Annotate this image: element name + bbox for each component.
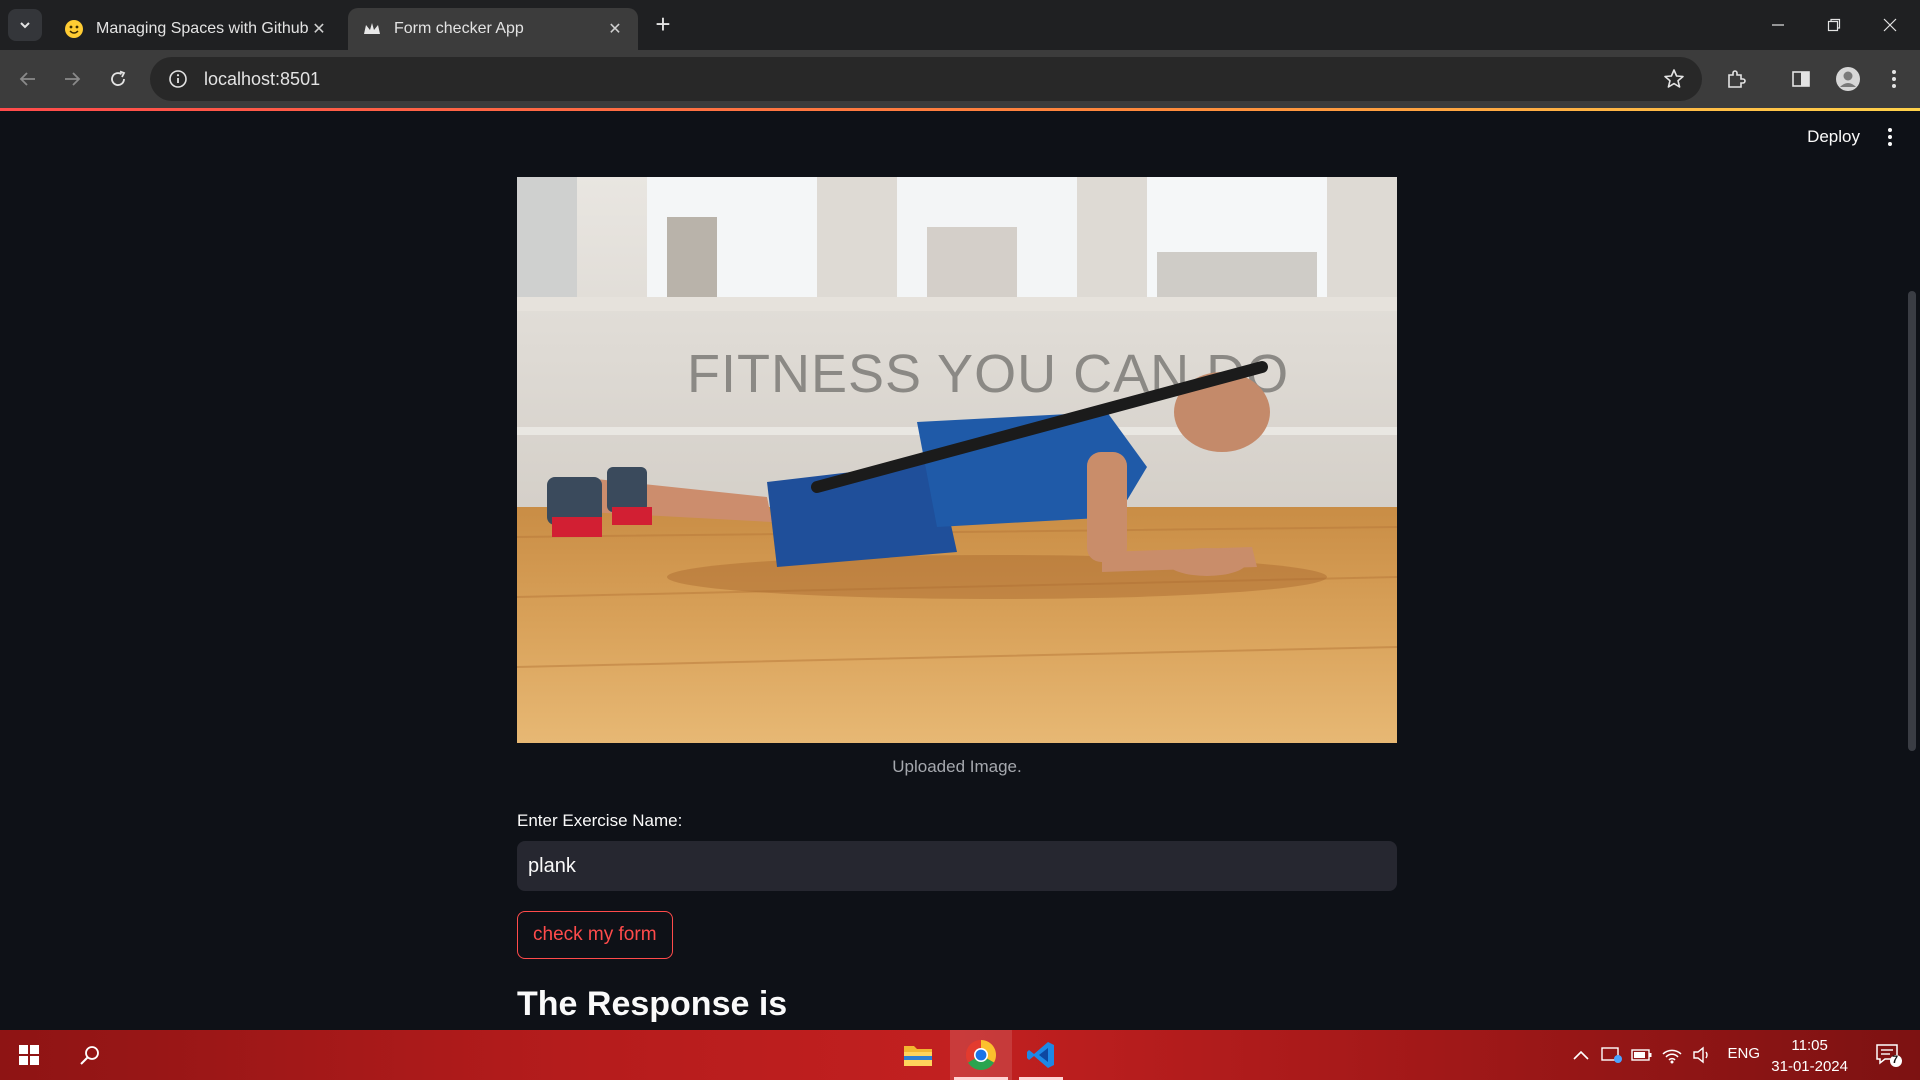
windows-taskbar: ENG 11:05 31-01-2024 7 xyxy=(0,1030,1920,1080)
notification-count-badge: 7 xyxy=(1892,1054,1899,1066)
forward-button[interactable] xyxy=(56,63,88,95)
restore-icon xyxy=(1827,18,1841,32)
hugging-face-icon xyxy=(64,19,84,39)
tab-managing-spaces[interactable]: Managing Spaces with Github A ✕ xyxy=(50,8,342,50)
clock-date: 31-01-2024 xyxy=(1771,1058,1848,1075)
url-text[interactable]: localhost:8501 xyxy=(204,69,1654,90)
exercise-input-label: Enter Exercise Name: xyxy=(517,811,683,830)
clock-time: 11:05 xyxy=(1791,1037,1828,1054)
main-content: FITNESS YOU CAN DO Uploaded Image. Enter… xyxy=(517,177,1397,1024)
start-button[interactable] xyxy=(0,1030,58,1080)
system-clock[interactable]: 11:05 31-01-2024 xyxy=(1771,1035,1848,1077)
minimize-icon xyxy=(1772,24,1784,26)
deploy-button[interactable]: Deploy xyxy=(1807,127,1860,147)
battery-icon[interactable] xyxy=(1628,1030,1656,1080)
image-caption: Uploaded Image. xyxy=(892,757,1022,776)
browser-toolbar: localhost:8501 xyxy=(0,50,1920,108)
notifications-button[interactable]: 7 xyxy=(1866,1030,1912,1080)
tab-search-button[interactable] xyxy=(8,9,42,41)
vscode-button[interactable] xyxy=(1015,1030,1067,1080)
tab-title: Managing Spaces with Github A xyxy=(96,20,308,37)
app-menu-icon[interactable] xyxy=(1878,125,1902,149)
network-status-icon[interactable] xyxy=(1598,1030,1626,1080)
file-explorer-icon xyxy=(904,1046,932,1066)
reload-icon xyxy=(111,70,126,86)
wifi-icon[interactable] xyxy=(1658,1030,1686,1080)
reload-button[interactable] xyxy=(102,63,134,95)
chevron-down-icon xyxy=(20,22,30,29)
uploaded-image: FITNESS YOU CAN DO xyxy=(517,177,1397,743)
scrollbar[interactable] xyxy=(1908,291,1916,751)
tab-title: Form checker App xyxy=(394,20,524,37)
input-language[interactable]: ENG xyxy=(1727,1045,1760,1062)
browser-tab-bar: Managing Spaces with Github A ✕ Form che… xyxy=(0,0,1920,50)
chevron-up-icon xyxy=(1573,1050,1589,1060)
bookmark-star-icon[interactable] xyxy=(1654,59,1694,99)
chrome-icon xyxy=(965,1040,997,1071)
new-tab-button[interactable]: + xyxy=(650,11,676,38)
search-button[interactable] xyxy=(62,1030,118,1080)
windows-logo-icon xyxy=(19,1045,39,1065)
arrow-right-icon xyxy=(65,72,81,86)
browser-menu-icon[interactable] xyxy=(1878,63,1910,95)
volume-icon[interactable] xyxy=(1688,1030,1716,1080)
arrow-left-icon xyxy=(19,72,35,86)
side-panel-icon[interactable] xyxy=(1785,63,1817,95)
streamlit-app: Deploy FITNESS YOU CAN DO Uploaded Image… xyxy=(0,111,1920,1030)
address-bar[interactable]: localhost:8501 xyxy=(150,57,1702,101)
close-icon[interactable]: ✕ xyxy=(604,18,626,40)
extensions-icon[interactable] xyxy=(1720,63,1752,95)
tab-form-checker[interactable]: Form checker App ✕ xyxy=(348,8,638,50)
response-heading: The Response is xyxy=(517,985,788,1023)
file-explorer-button[interactable] xyxy=(892,1030,944,1080)
site-info-icon[interactable] xyxy=(156,57,200,101)
minimize-button[interactable] xyxy=(1750,0,1806,50)
chrome-button[interactable] xyxy=(950,1030,1012,1080)
back-button[interactable] xyxy=(12,63,44,95)
search-icon xyxy=(80,1046,99,1065)
notification-icon xyxy=(1876,1044,1902,1067)
close-window-button[interactable] xyxy=(1862,0,1918,50)
restore-button[interactable] xyxy=(1806,0,1862,50)
profile-avatar-icon[interactable] xyxy=(1832,63,1864,95)
check-my-form-button[interactable]: check my form xyxy=(517,911,673,959)
close-icon[interactable]: ✕ xyxy=(308,18,330,40)
vscode-icon xyxy=(1027,1042,1054,1068)
close-icon xyxy=(1883,18,1897,32)
streamlit-crown-icon xyxy=(362,19,382,39)
exercise-name-input[interactable] xyxy=(517,841,1397,891)
show-hidden-icons-button[interactable] xyxy=(1568,1030,1594,1080)
